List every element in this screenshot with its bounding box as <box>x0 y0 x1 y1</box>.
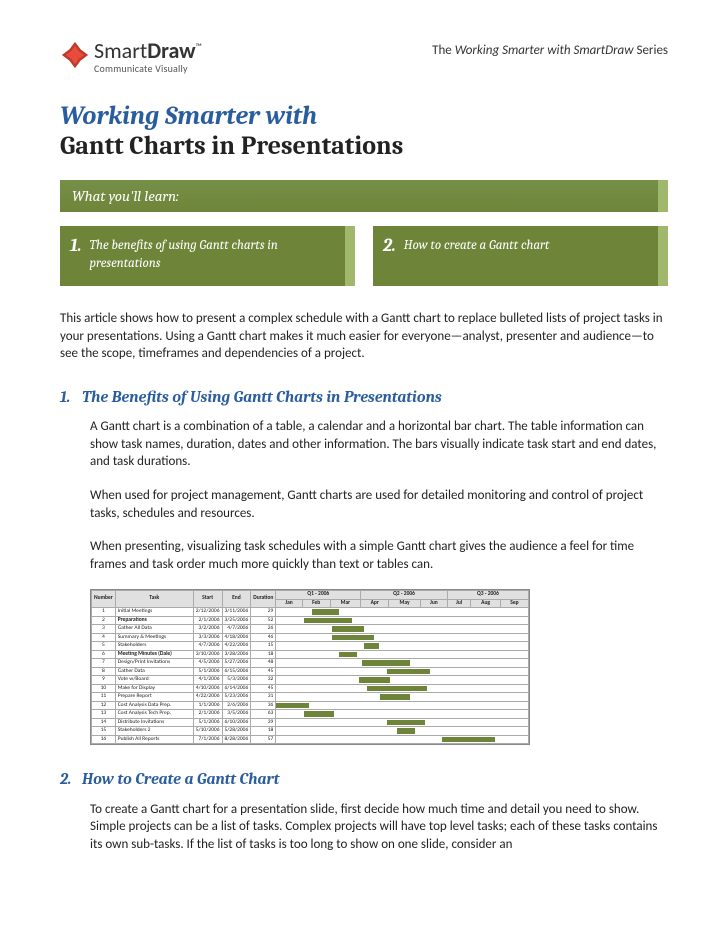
intro-paragraph: This article shows how to present a comp… <box>60 310 668 363</box>
gantt-row: 12Cost Analysis Data Prep.1/1/20062/6/20… <box>92 701 529 710</box>
gantt-row: 9Vote w/Board4/1/20065/3/200632 <box>92 676 529 685</box>
gantt-row: 5Stakeholders4/7/20064/22/200615 <box>92 642 529 651</box>
series-title: The Working Smarter with SmartDraw Serie… <box>432 42 668 60</box>
logo-text: SmartDraw™ <box>94 40 202 62</box>
header: SmartDraw™ Communicate Visually The Work… <box>60 40 668 74</box>
logo: SmartDraw™ Communicate Visually <box>60 40 202 74</box>
gantt-row: 8Gather Data5/1/20066/15/200645 <box>92 667 529 676</box>
section-1-p1: A Gantt chart is a combination of a tabl… <box>90 418 668 471</box>
title-line-2: Gantt Charts in Presentations <box>60 132 668 162</box>
gantt-row: 4Summary & Meetings3/3/20064/18/200646 <box>92 633 529 642</box>
gantt-table: NumberTaskStartEndDurationQ1 - 2006Q2 - … <box>91 590 529 744</box>
section-1-p3: When presenting, visualizing task schedu… <box>90 538 668 573</box>
learn-box-2: 2. How to create a Gantt chart <box>373 226 668 286</box>
section-1-p2: When used for project management, Gantt … <box>90 487 668 522</box>
gantt-row: 11Prepare Report4/22/20065/23/200631 <box>92 693 529 702</box>
gantt-row: 3Gather All Data3/2/20064/7/200626 <box>92 625 529 634</box>
gantt-row: 6Meeting Minutes (Dale)3/10/20063/28/200… <box>92 650 529 659</box>
gantt-row: 2Preparations2/1/20063/25/200652 <box>92 616 529 625</box>
document-title: Working Smarter with Gantt Charts in Pre… <box>60 102 668 162</box>
gantt-row: 13Cost Analysis Tech Prep.2/1/20063/5/20… <box>92 710 529 719</box>
gantt-row: 10Make for Display4/10/20066/14/200645 <box>92 684 529 693</box>
box-text: How to create a Gantt chart <box>404 234 550 255</box>
box-text: The benefits of using Gantt charts in pr… <box>90 234 335 272</box>
section-1-heading: 1.The Benefits of Using Gantt Charts in … <box>60 387 668 409</box>
box-number: 2. <box>383 234 396 258</box>
learn-boxes: 1. The benefits of using Gantt charts in… <box>60 226 668 286</box>
box-number: 1. <box>70 234 82 258</box>
gantt-row: 16Publish All Reports7/1/20068/28/200657 <box>92 735 529 744</box>
gantt-row: 7Design/Print Invitations4/5/20065/27/20… <box>92 659 529 668</box>
logo-icon <box>60 40 90 70</box>
section-2-heading: 2.How to Create a Gantt Chart <box>60 769 668 791</box>
gantt-row: 14Distribute Invitations5/1/20066/10/200… <box>92 718 529 727</box>
title-line-1: Working Smarter with <box>60 102 668 132</box>
logo-tagline: Communicate Visually <box>94 64 202 74</box>
gantt-row: 1Initial Meetings2/12/20063/11/200629 <box>92 608 529 617</box>
learn-bar: What you'll learn: <box>60 180 668 212</box>
learn-box-1: 1. The benefits of using Gantt charts in… <box>60 226 355 286</box>
gantt-row: 15Stakeholders 25/10/20065/28/200618 <box>92 727 529 736</box>
section-2-p1: To create a Gantt chart for a presentati… <box>90 801 668 854</box>
gantt-chart-figure: NumberTaskStartEndDurationQ1 - 2006Q2 - … <box>90 589 668 745</box>
